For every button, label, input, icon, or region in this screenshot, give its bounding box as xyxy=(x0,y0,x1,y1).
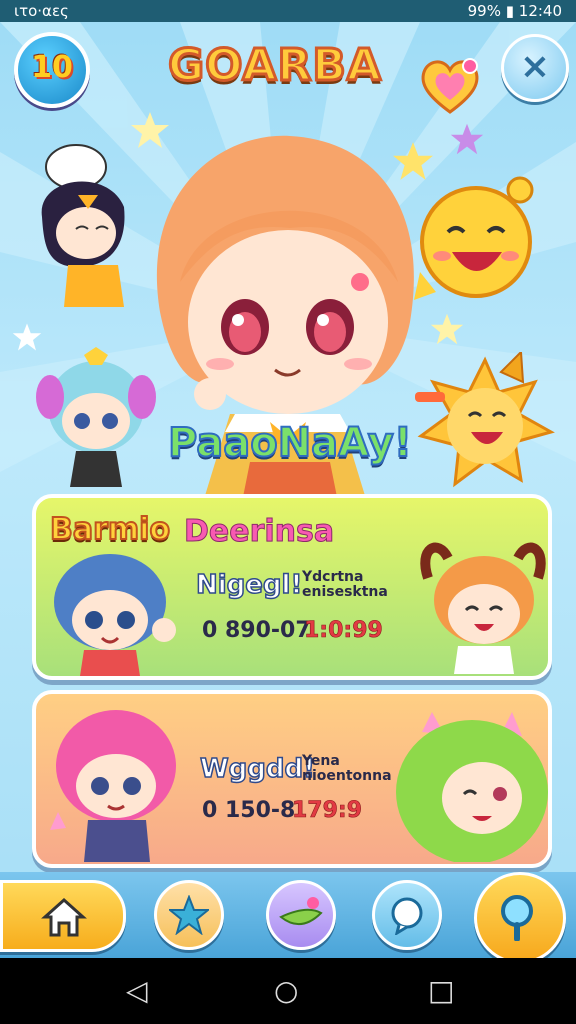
event-card-2[interactable]: Wggdd! Yena nioentonna 0 150-8 179:9 xyxy=(32,690,552,868)
card-character-illustration xyxy=(54,554,176,676)
card-value: 0 150-8 xyxy=(202,798,296,823)
app-screen: 10 GOARBA × PaaoNaAy! Barmio Deerinsa Ni… xyxy=(0,22,576,958)
smiley-sun-illustration xyxy=(414,176,534,300)
card-character-illustration xyxy=(396,712,548,862)
level-badge[interactable]: 10 xyxy=(14,32,90,108)
blue-hair-character-illustration xyxy=(36,347,156,487)
nav-chat-button[interactable] xyxy=(372,880,442,950)
close-icon: × xyxy=(519,46,551,87)
status-left: ιτο·αες xyxy=(14,2,69,20)
level-badge-text: 10 xyxy=(31,50,73,85)
nav-food-button[interactable] xyxy=(266,880,336,950)
system-nav-bar: ◁ ○ □ xyxy=(0,958,576,1024)
app-title: GOARBA xyxy=(167,39,383,93)
card-label: Wggdd! xyxy=(199,753,315,785)
star-icon xyxy=(169,895,209,935)
fish-icon xyxy=(279,897,323,925)
card-small-text: Ydcrtna enisesktna xyxy=(302,569,388,600)
home-circle-icon[interactable]: ○ xyxy=(274,974,298,1007)
nav-favorites-button[interactable] xyxy=(154,880,224,950)
recents-icon[interactable]: □ xyxy=(428,974,454,1007)
search-icon xyxy=(501,895,533,941)
card-label: Nigegl! xyxy=(195,569,303,601)
banner-subtitle: PaaoNaAy! xyxy=(167,419,413,467)
star-icon xyxy=(450,123,484,155)
status-bar: ιτο·αες 99% ▮ 12:40 xyxy=(0,0,576,22)
status-right: 99% ▮ 12:40 xyxy=(467,2,562,20)
card-value-highlight: 1:0:99 xyxy=(304,618,383,644)
card-title: Barmio xyxy=(49,511,171,548)
card-character-illustration xyxy=(50,710,176,862)
home-icon xyxy=(41,897,87,937)
card-character-illustration xyxy=(420,542,546,674)
chef-character-illustration xyxy=(41,144,125,307)
event-card-1[interactable]: Barmio Deerinsa Nigegl! Ydcrtna eniseskt… xyxy=(32,494,552,680)
card-subtitle: Deerinsa xyxy=(183,514,335,550)
card-value-highlight: 179:9 xyxy=(292,798,363,824)
nav-home-button[interactable] xyxy=(0,880,126,952)
card-value: 0 890-07 xyxy=(202,618,311,643)
close-button[interactable]: × xyxy=(501,34,569,102)
heart-icon[interactable] xyxy=(418,56,482,114)
chat-icon xyxy=(391,897,423,935)
nav-search-button[interactable] xyxy=(474,872,566,958)
back-icon[interactable]: ◁ xyxy=(126,974,148,1007)
party-sun-illustration xyxy=(415,352,555,488)
